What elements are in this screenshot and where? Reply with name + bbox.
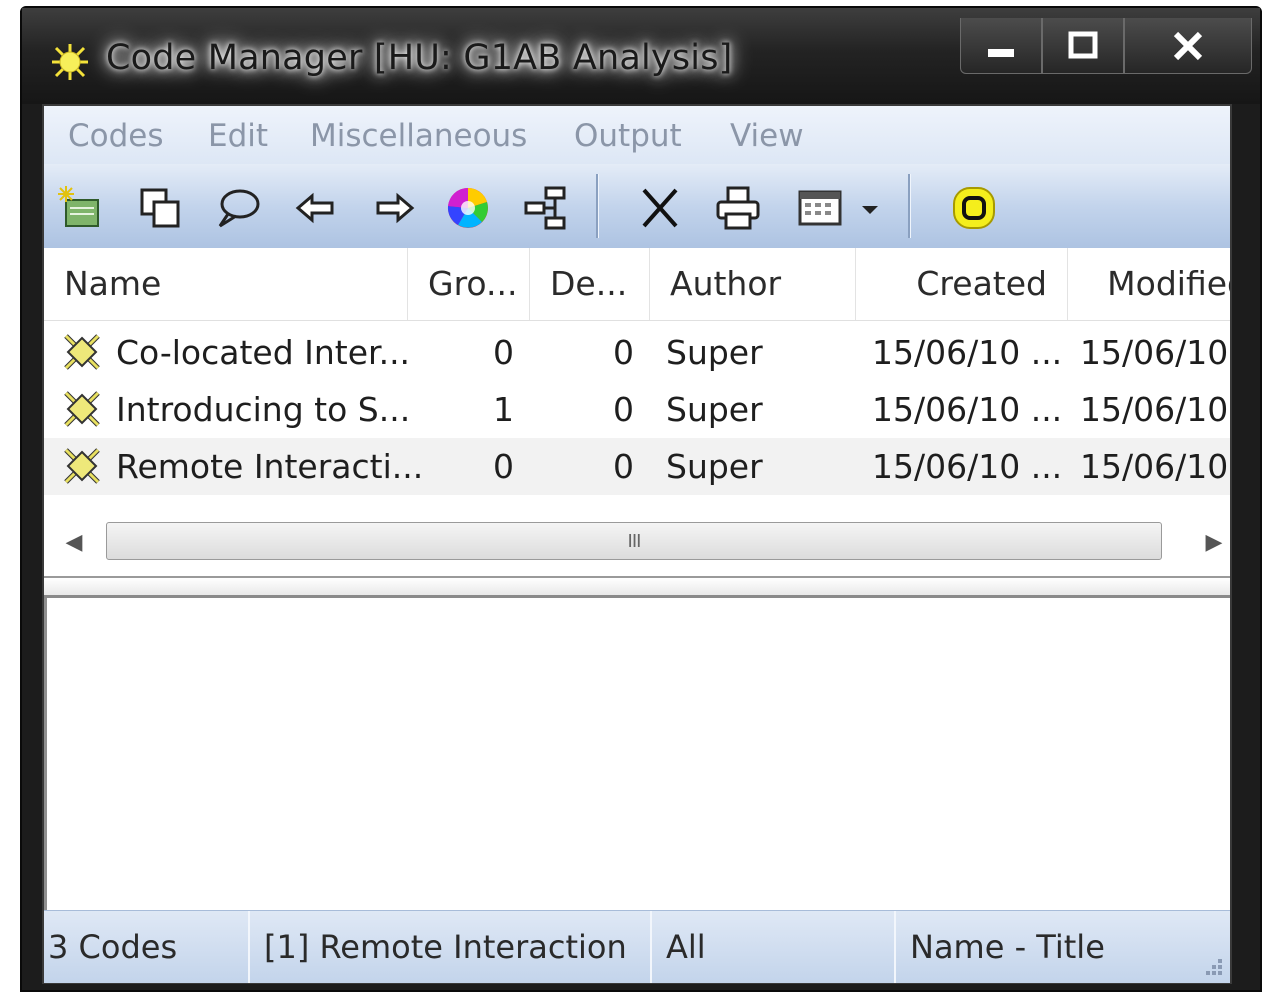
table-view-button[interactable]	[796, 184, 844, 232]
menu-miscellaneous[interactable]: Miscellaneous	[310, 118, 527, 154]
pane-splitter[interactable]	[44, 576, 1230, 598]
density-count: 0	[613, 390, 634, 429]
modified-date: 15/06/10 ...	[1080, 447, 1230, 486]
table-view-dropdown[interactable]	[856, 184, 884, 232]
color-button[interactable]	[444, 184, 492, 232]
status-code-count: 3 Codes	[44, 911, 250, 983]
copy-button[interactable]	[136, 184, 184, 232]
caption-buttons	[960, 18, 1252, 74]
table-row[interactable]: Remote Interacti... 0 0 Super 15/06/10 .…	[44, 438, 1230, 495]
list-header: Name Gro... De... Author Created Modifie…	[44, 248, 1230, 321]
grounded-count: 0	[493, 333, 514, 372]
column-header-author[interactable]: Author	[650, 248, 856, 320]
maximize-icon	[1068, 31, 1098, 58]
code-name: Co-located Inter...	[116, 333, 411, 372]
comment-button[interactable]	[214, 184, 262, 232]
title-bar[interactable]: Code Manager [HU: G1AB Analysis]	[22, 8, 1260, 104]
code-icon	[64, 391, 100, 427]
print-button[interactable]	[714, 184, 762, 232]
sun-icon	[52, 44, 88, 80]
comment-icon	[218, 189, 260, 228]
toolbar	[44, 164, 1230, 249]
arrow-right-icon	[376, 192, 415, 224]
author: Super	[666, 390, 763, 429]
delete-button[interactable]	[636, 184, 684, 232]
delete-icon	[642, 188, 678, 228]
highlight-code-icon	[953, 187, 995, 229]
author: Super	[666, 447, 763, 486]
column-header-grounded[interactable]: Gro...	[408, 248, 530, 320]
column-header-name[interactable]: Name	[44, 248, 408, 320]
scrollbar-grip: III	[627, 530, 642, 552]
minimize-button[interactable]	[960, 18, 1042, 74]
code-icon	[64, 334, 100, 370]
code-name: Introducing to S...	[116, 390, 411, 429]
arrow-right-icon: ▶	[1205, 529, 1223, 555]
code-icon	[64, 448, 100, 484]
toolbar-separator	[596, 174, 599, 238]
code-list: Co-located Inter... 0 0 Super 15/06/10 .…	[44, 320, 1230, 500]
created-date: 15/06/10 ...	[872, 390, 1063, 429]
scroll-right-button[interactable]: ▶	[1194, 522, 1234, 562]
table-row[interactable]: Introducing to S... 1 0 Super 15/06/10 .…	[44, 381, 1230, 438]
client-area: Codes Edit Miscellaneous Output View Nam…	[42, 104, 1232, 984]
toolbar-separator	[908, 174, 911, 238]
created-date: 15/06/10 ...	[872, 333, 1063, 372]
comment-pane[interactable]	[44, 598, 1230, 910]
forward-button[interactable]	[370, 184, 418, 232]
density-count: 0	[613, 333, 634, 372]
horizontal-scrollbar[interactable]: ◀ III ▶	[44, 516, 1230, 566]
modified-date: 15/06/10 ...	[1080, 333, 1230, 372]
create-code-icon	[58, 186, 99, 227]
code-name: Remote Interacti...	[116, 447, 424, 486]
copy-icon	[140, 188, 180, 228]
menu-view[interactable]: View	[730, 118, 804, 154]
arrow-left-icon: ◀	[65, 529, 83, 555]
dropdown-arrow-icon	[862, 206, 878, 214]
close-icon	[1173, 31, 1203, 60]
column-header-modified[interactable]: Modified	[1068, 248, 1230, 320]
status-bar: 3 Codes [1] Remote Interaction All Name …	[44, 910, 1230, 983]
resize-grip-icon[interactable]	[1200, 953, 1224, 977]
network-icon	[524, 186, 566, 230]
menu-codes[interactable]: Codes	[68, 118, 164, 154]
window-title: Code Manager [HU: G1AB Analysis]	[106, 38, 733, 78]
scroll-left-button[interactable]: ◀	[54, 522, 94, 562]
status-sort: Name - Title	[910, 928, 1105, 966]
table-view-icon	[798, 190, 842, 226]
table-row[interactable]: Co-located Inter... 0 0 Super 15/06/10 .…	[44, 324, 1230, 381]
author: Super	[666, 333, 763, 372]
grounded-count: 0	[493, 447, 514, 486]
minimize-icon	[988, 48, 1014, 57]
highlight-code-button[interactable]	[950, 184, 998, 232]
column-header-created[interactable]: Created	[856, 248, 1068, 320]
menu-bar: Codes Edit Miscellaneous Output View	[44, 106, 1230, 165]
create-code-button[interactable]	[56, 184, 104, 232]
status-selected-code: [1] Remote Interaction	[250, 911, 652, 983]
print-icon	[716, 186, 760, 230]
scrollbar-thumb[interactable]: III	[106, 522, 1162, 560]
column-header-density[interactable]: De...	[530, 248, 650, 320]
network-button[interactable]	[522, 184, 570, 232]
created-date: 15/06/10 ...	[872, 447, 1063, 486]
maximize-button[interactable]	[1042, 18, 1124, 74]
code-manager-window: Code Manager [HU: G1AB Analysis] Codes E…	[20, 6, 1262, 992]
arrow-left-icon	[295, 192, 334, 224]
density-count: 0	[613, 447, 634, 486]
menu-output[interactable]: Output	[574, 118, 682, 154]
close-button[interactable]	[1124, 18, 1252, 74]
menu-edit[interactable]: Edit	[208, 118, 268, 154]
grounded-count: 1	[493, 390, 514, 429]
status-filter: All	[652, 911, 896, 983]
back-button[interactable]	[292, 184, 340, 232]
modified-date: 15/06/10 ...	[1080, 390, 1230, 429]
color-wheel-icon	[447, 187, 488, 228]
